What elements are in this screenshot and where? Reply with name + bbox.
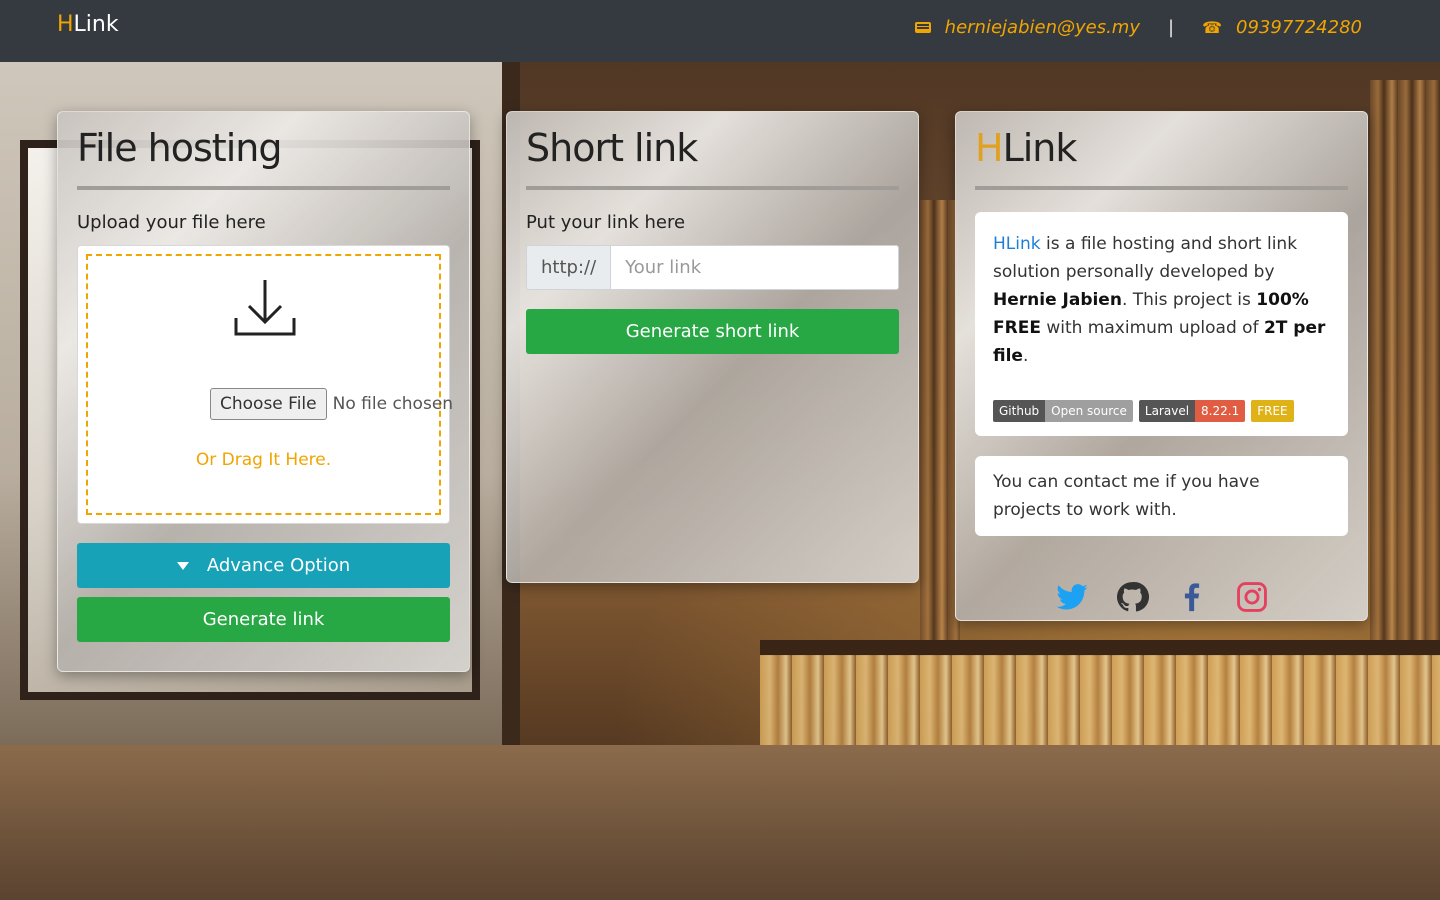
about-card: HLink HLink is a file hosting and short …	[955, 111, 1368, 621]
background-wall	[0, 745, 1440, 900]
github-badge[interactable]: Github Open source	[993, 400, 1133, 422]
social-links	[975, 580, 1348, 614]
badge-value: FREE	[1251, 400, 1294, 422]
file-input: Choose File No file chosen	[210, 388, 453, 420]
caret-down-icon	[176, 561, 189, 570]
envelope-icon	[914, 22, 931, 33]
facebook-icon[interactable]	[1175, 580, 1209, 614]
free-badge: FREE	[1251, 400, 1294, 422]
background-books-middle	[920, 200, 960, 640]
file-hosting-title: File hosting	[77, 126, 282, 170]
title-divider	[975, 186, 1348, 190]
no-file-text: No file chosen	[332, 394, 454, 414]
about-title-rest: Link	[1002, 126, 1078, 170]
phone-link[interactable]: ☎ 09397724280	[1202, 17, 1362, 38]
author-name: Hernie Jabien	[993, 290, 1122, 310]
about-title: HLink	[975, 124, 1348, 186]
github-icon[interactable]	[1115, 580, 1149, 614]
about-text-4: .	[1022, 346, 1029, 366]
badge-value: 8.22.1	[1195, 400, 1246, 422]
download-icon	[234, 280, 296, 336]
link-label: Put your link here	[526, 212, 686, 233]
contact-separator: |	[1168, 17, 1175, 38]
laravel-badge: Laravel 8.22.1	[1138, 400, 1246, 422]
generate-short-link-button[interactable]: Generate short link	[526, 309, 899, 354]
dropzone-container: Choose File No file chosen Or Drag It He…	[77, 245, 453, 524]
badge-label: Laravel	[1138, 400, 1196, 422]
email-text: herniejabien@yes.my	[944, 17, 1140, 38]
badges-row: Github Open source Laravel 8.22.1 FREE	[993, 400, 1330, 422]
advance-option-button[interactable]: Advance Option	[77, 543, 450, 588]
about-description: HLink is a file hosting and short link s…	[975, 212, 1348, 436]
link-input[interactable]	[610, 245, 899, 290]
twitter-icon[interactable]	[1055, 580, 1089, 614]
email-link[interactable]: herniejabien@yes.my	[914, 17, 1140, 38]
background-shelf	[760, 640, 1440, 656]
brand-logo[interactable]: HLink	[57, 12, 119, 37]
upload-label: Upload your file here	[77, 212, 266, 233]
short-link-card: Short link Put your link here http:// Ge…	[506, 111, 919, 583]
choose-file-button[interactable]: Choose File	[210, 388, 327, 420]
about-brand: HLink	[993, 234, 1041, 254]
about-text-2: . This project is	[1121, 290, 1257, 310]
about-text-3: with maximum upload of	[1040, 318, 1264, 338]
contact-note: You can contact me if you have projects …	[975, 456, 1348, 536]
phone-icon: ☎	[1202, 18, 1223, 37]
advance-option-label: Advance Option	[206, 555, 351, 576]
http-prefix: http://	[526, 245, 611, 290]
generate-link-button[interactable]: Generate link	[77, 597, 450, 642]
badge-value: Open source	[1045, 400, 1133, 422]
file-dropzone[interactable]: Choose File No file chosen Or Drag It He…	[86, 254, 453, 515]
title-divider	[526, 186, 899, 190]
brand-accent: H	[57, 12, 74, 37]
brand-name: Link	[73, 12, 119, 37]
badge-label: Github	[993, 400, 1046, 422]
navbar: HLink herniejabien@yes.my | ☎ 0939772428…	[0, 0, 1440, 62]
link-input-group: http://	[526, 245, 899, 290]
drag-hint: Or Drag It Here.	[195, 450, 332, 470]
instagram-icon[interactable]	[1235, 580, 1269, 614]
contact-info: herniejabien@yes.my | ☎ 09397724280	[914, 17, 1362, 38]
phone-text: 09397724280	[1236, 17, 1362, 38]
short-link-title: Short link	[526, 126, 698, 170]
file-hosting-card: File hosting Upload your file here Choos…	[57, 111, 470, 672]
about-title-accent: H	[975, 126, 1004, 170]
background-books-top	[1370, 80, 1440, 640]
title-divider	[77, 186, 450, 190]
